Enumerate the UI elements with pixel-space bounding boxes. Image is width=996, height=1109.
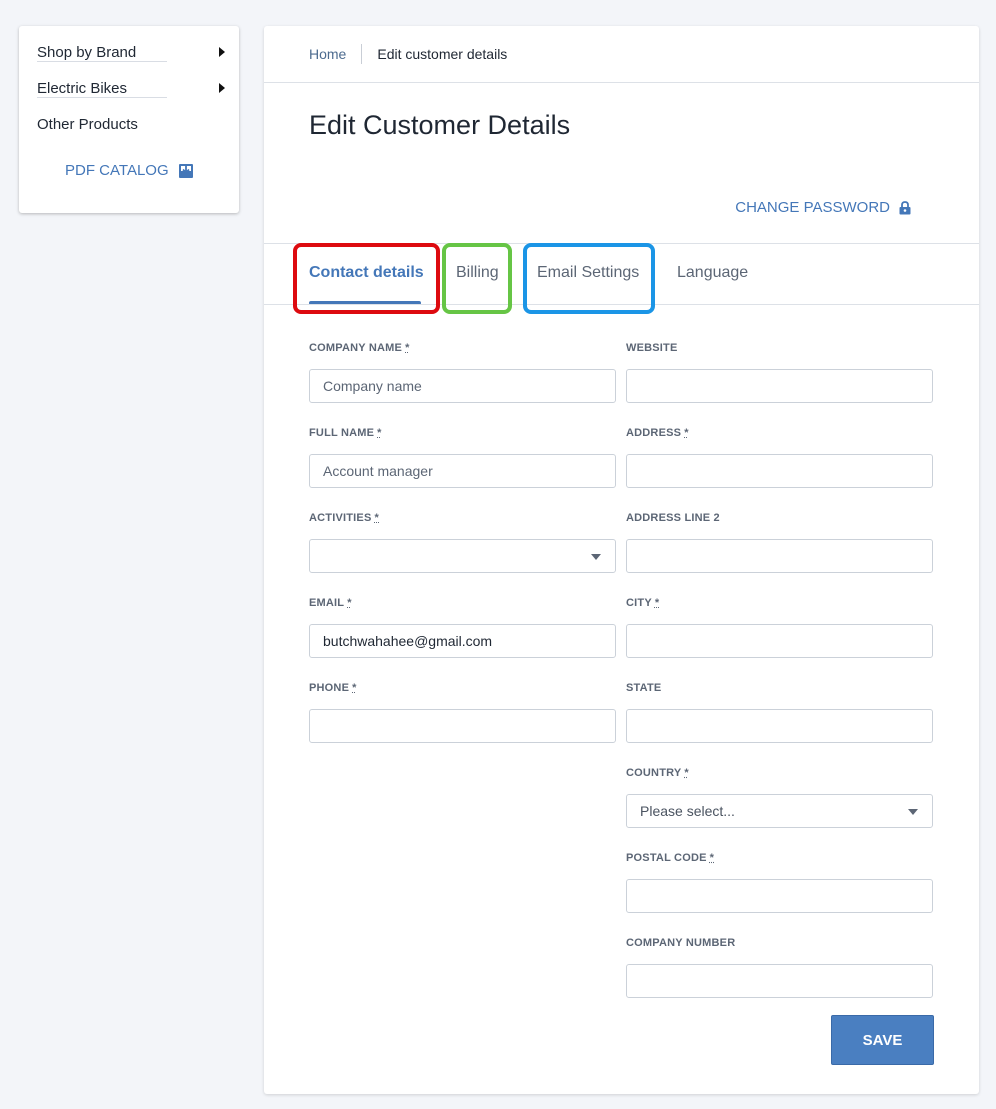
breadcrumb: Home Edit customer details	[309, 44, 507, 64]
highlight-box-billing	[442, 243, 512, 314]
dropdown-arrow-icon	[591, 554, 601, 560]
save-button[interactable]: SAVE	[831, 1015, 934, 1065]
caret-right-icon	[219, 47, 225, 57]
website-label: WEBSITE	[626, 342, 678, 354]
dropdown-arrow-icon	[908, 809, 918, 815]
full-name-input[interactable]	[309, 454, 616, 488]
sidebar-menu: Shop by Brand Electric Bikes Other Produ…	[19, 26, 239, 213]
company-name-label: COMPANY NAME *	[309, 342, 410, 354]
change-password-label: CHANGE PASSWORD	[735, 199, 890, 216]
divider	[37, 97, 167, 98]
change-password-link[interactable]: CHANGE PASSWORD	[735, 199, 911, 216]
address-line-2-input[interactable]	[626, 539, 933, 573]
caret-right-icon	[219, 83, 225, 93]
postal-code-input[interactable]	[626, 879, 933, 913]
full-name-label: FULL NAME *	[309, 427, 382, 439]
company-number-input[interactable]	[626, 964, 933, 998]
company-name-input[interactable]	[309, 369, 616, 403]
city-input[interactable]	[626, 624, 933, 658]
city-label: CITY *	[626, 597, 660, 609]
activities-label: ACTIVITIES *	[309, 512, 379, 524]
highlight-box-contact-details	[293, 243, 440, 314]
email-label: EMAIL *	[309, 597, 352, 609]
country-selected-value: Please select...	[640, 803, 735, 819]
main-card: Home Edit customer details Edit Customer…	[264, 26, 979, 1094]
sidebar-item-label: Other Products	[37, 115, 138, 133]
pdf-catalog-label: PDF CATALOG	[65, 162, 169, 179]
breadcrumb-separator	[361, 44, 363, 64]
tab-language[interactable]: Language	[677, 264, 748, 282]
pdf-catalog-link[interactable]: PDF CATALOG	[65, 162, 194, 179]
country-select[interactable]: Please select...	[626, 794, 933, 828]
country-label: COUNTRY *	[626, 767, 689, 779]
state-label: STATE	[626, 682, 662, 694]
website-input[interactable]	[626, 369, 933, 403]
sidebar-item-label: Shop by Brand	[37, 43, 137, 61]
state-input[interactable]	[626, 709, 933, 743]
lock-icon	[899, 200, 911, 214]
divider	[264, 82, 979, 83]
sidebar-item-label: Electric Bikes	[37, 79, 128, 97]
sidebar-item-other-products[interactable]: Other Products	[37, 106, 227, 142]
breadcrumb-home-link[interactable]: Home	[309, 46, 346, 62]
company-number-label: COMPANY NUMBER	[626, 937, 736, 949]
phone-input[interactable]	[309, 709, 616, 743]
address-line-2-label: ADDRESS LINE 2	[626, 512, 720, 524]
email-field[interactable]	[309, 624, 616, 658]
sidebar-item-electric-bikes[interactable]: Electric Bikes	[37, 70, 227, 106]
postal-code-label: POSTAL CODE *	[626, 852, 715, 864]
page-title: Edit Customer Details	[309, 110, 571, 140]
download-icon	[178, 163, 193, 178]
address-input[interactable]	[626, 454, 933, 488]
divider	[37, 61, 167, 62]
highlight-box-email-settings	[523, 243, 655, 314]
address-label: ADDRESS *	[626, 427, 689, 439]
sidebar-item-shop-by-brand[interactable]: Shop by Brand	[37, 34, 227, 70]
breadcrumb-current: Edit customer details	[377, 46, 508, 62]
phone-label: PHONE *	[309, 682, 357, 694]
activities-select[interactable]	[309, 539, 616, 573]
